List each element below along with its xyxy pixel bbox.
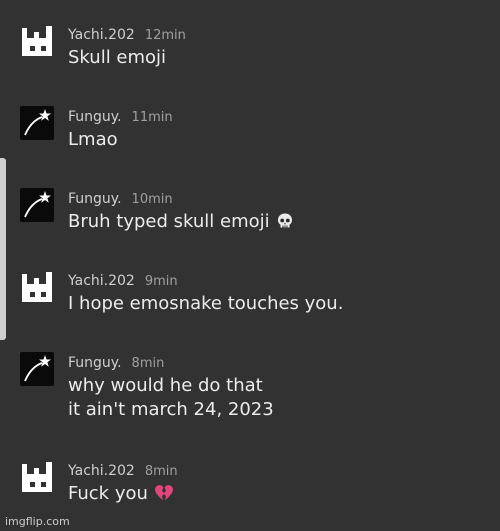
shooting-star-avatar-icon[interactable]: [20, 106, 54, 140]
skull-emoji-icon: [277, 213, 292, 228]
broken-heart-emoji-icon: [154, 485, 173, 501]
timestamp: 9min: [144, 274, 178, 289]
timestamp: 8min: [131, 356, 165, 371]
message-text: Skull emoji: [68, 46, 166, 70]
shooting-star-avatar-icon[interactable]: [20, 352, 54, 386]
message-text: Fuck you: [68, 482, 174, 506]
scroll-indicator[interactable]: [0, 158, 6, 340]
white-block-avatar-icon[interactable]: [20, 460, 54, 494]
message-line: Fuck you: [68, 483, 148, 504]
message-line: Skull emoji: [68, 47, 167, 68]
timestamp: 12min: [144, 28, 186, 43]
message-line: Lmao: [68, 129, 118, 150]
username[interactable]: Yachi.202: [68, 27, 135, 43]
message-text: Lmao: [68, 128, 118, 152]
message-text: I hope emosnake touches you.: [68, 292, 343, 316]
white-block-avatar-icon[interactable]: [20, 24, 54, 58]
message-text: Bruh typed skull emoji: [68, 210, 294, 234]
username[interactable]: Yachi.202: [68, 463, 135, 479]
username[interactable]: Funguy.: [68, 191, 122, 207]
message-line: it ain't march 24, 2023: [68, 399, 274, 420]
imgflip-watermark: imgflip.com: [5, 515, 70, 528]
message-line: Bruh typed skull emoji: [68, 211, 270, 232]
message-line: why would he do that: [68, 375, 263, 396]
timestamp: 11min: [131, 110, 173, 125]
timestamp: 8min: [144, 464, 178, 479]
username[interactable]: Yachi.202: [68, 273, 135, 289]
white-block-avatar-icon[interactable]: [20, 270, 54, 304]
username[interactable]: Funguy.: [68, 355, 122, 371]
message-text: why would he do that it ain't march 24, …: [68, 374, 274, 422]
timestamp: 10min: [131, 192, 173, 207]
shooting-star-avatar-icon[interactable]: [20, 188, 54, 222]
message-line: I hope emosnake touches you.: [68, 293, 344, 314]
username[interactable]: Funguy.: [68, 109, 122, 125]
